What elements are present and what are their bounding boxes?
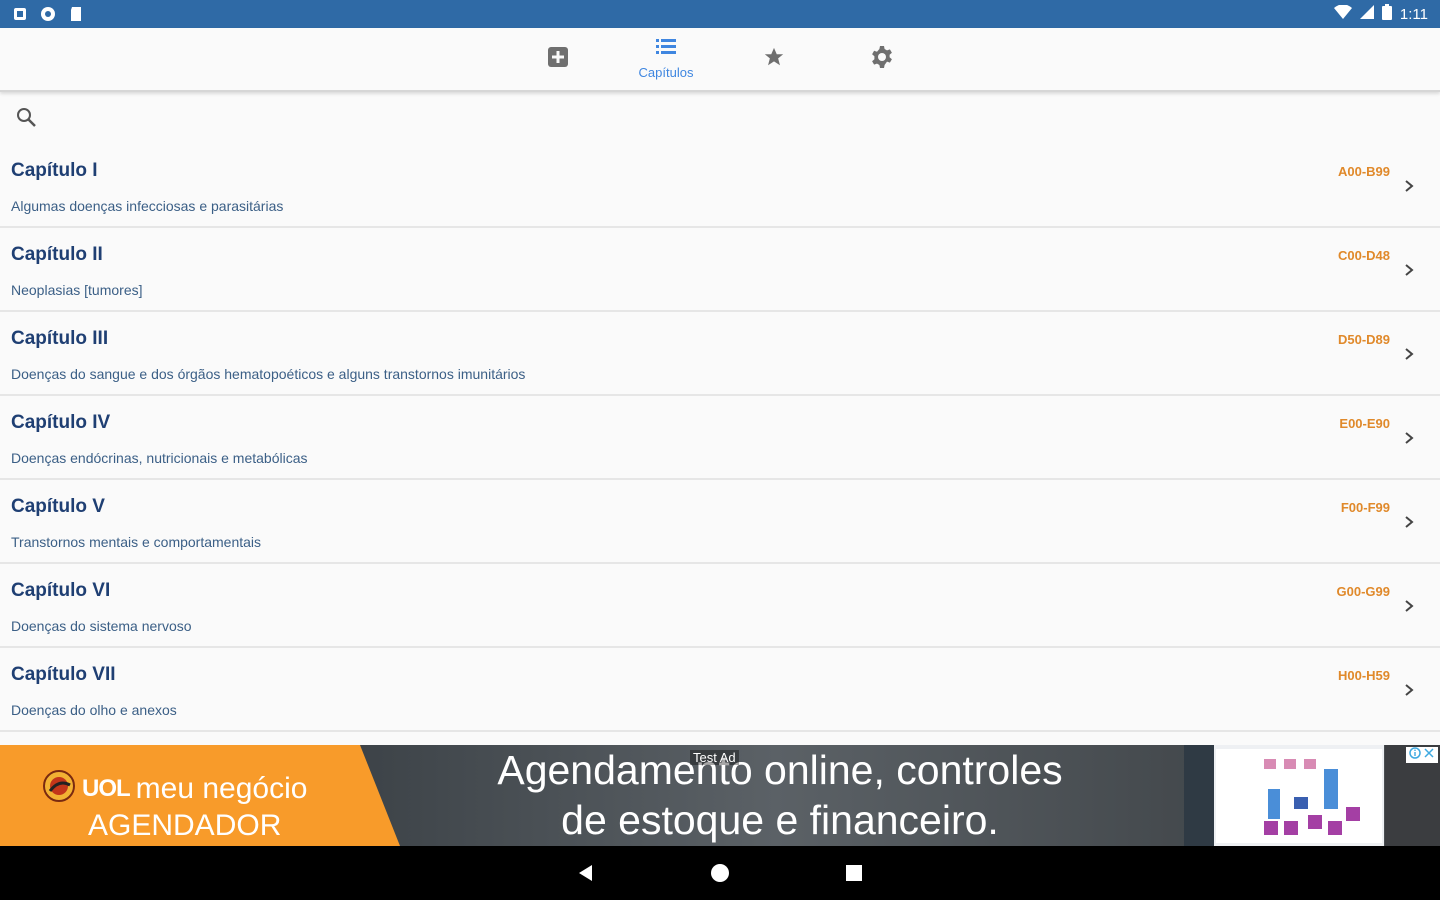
tab-settings[interactable]: [828, 27, 936, 91]
chevron-right-icon: [1405, 348, 1414, 360]
notification-box-icon: [12, 6, 28, 22]
chevron-right-icon: [1405, 432, 1414, 444]
close-icon[interactable]: [1423, 746, 1435, 764]
recents-button[interactable]: [842, 861, 866, 885]
home-button[interactable]: [708, 861, 732, 885]
list-item[interactable]: Capítulo I Algumas doenças infecciosas e…: [0, 144, 1440, 228]
chapter-title: Capítulo VII: [11, 664, 116, 685]
clock: 1:11: [1399, 5, 1428, 23]
ad-headline-line1: Agendamento online, controles: [497, 747, 1063, 793]
back-icon: [579, 865, 592, 881]
list-item[interactable]: Capítulo VII Doenças do olho e anexos H0…: [0, 648, 1440, 732]
ad-info-icon[interactable]: [1409, 746, 1421, 764]
search-bar: [0, 94, 1440, 144]
chapter-title: Capítulo IV: [11, 412, 111, 433]
chapter-code: G00-G99: [1336, 584, 1390, 599]
ad-close-button[interactable]: [1406, 747, 1438, 763]
chapter-description: Transtornos mentais e comportamentais: [11, 534, 262, 550]
chapter-title: Capítulo I: [11, 160, 98, 181]
recents-icon: [846, 865, 862, 881]
back-button[interactable]: [574, 861, 598, 885]
search-icon[interactable]: [14, 105, 38, 134]
chapter-description: Doenças do olho e anexos: [11, 702, 177, 718]
list-item[interactable]: Capítulo III Doenças do sangue e dos órg…: [0, 312, 1440, 396]
chapter-description: Doenças endócrinas, nutricionais e metab…: [11, 450, 308, 466]
gear-icon: [870, 45, 894, 74]
list-item[interactable]: Capítulo V Transtornos mentais e comport…: [0, 480, 1440, 564]
chevron-right-icon: [1405, 516, 1414, 528]
list-icon: [656, 38, 676, 61]
wifi-icon: [1333, 4, 1352, 23]
chevron-right-icon: [1405, 684, 1414, 696]
notification-circle-icon: [40, 6, 56, 22]
ad-headline: Agendamento online, controles de estoque…: [400, 745, 1160, 846]
battery-icon: [1381, 4, 1392, 24]
top-tab-bar: Capítulos: [0, 28, 1440, 92]
ad-logo: UOL meu negócio: [42, 769, 307, 808]
chapter-description: Neoplasias [tumores]: [11, 282, 143, 298]
plus-box-icon: [547, 46, 569, 73]
status-left-icons: [12, 6, 84, 22]
chapter-list: Capítulo I Algumas doenças infecciosas e…: [0, 144, 1440, 732]
list-item[interactable]: Capítulo IV Doenças endócrinas, nutricio…: [0, 396, 1440, 480]
sd-card-icon: [68, 6, 84, 22]
ad-test-label: Test Ad: [690, 750, 739, 765]
ad-brand-sub: meu negócio: [135, 771, 308, 805]
ad-right-photo: [1385, 745, 1440, 846]
chevron-right-icon: [1405, 600, 1414, 612]
list-item[interactable]: Capítulo II Neoplasias [tumores] C00-D48: [0, 228, 1440, 312]
chevron-right-icon: [1405, 264, 1414, 276]
tab-add[interactable]: [504, 27, 612, 91]
star-icon: [763, 46, 785, 73]
chapter-code: A00-B99: [1337, 164, 1390, 179]
uol-logo-icon: [42, 769, 76, 808]
chapter-title: Capítulo III: [11, 328, 109, 349]
chapter-title: Capítulo V: [11, 496, 105, 517]
ad-product-screenshot: [1184, 745, 1384, 846]
ad-headline-line2: de estoque e financeiro.: [561, 797, 999, 843]
chapter-code: H00-H59: [1337, 668, 1390, 683]
chapter-code: D50-D89: [1337, 332, 1390, 347]
status-bar: 1:11: [0, 0, 1440, 28]
status-right-icons: 1:11: [1333, 4, 1428, 24]
ad-product: AGENDADOR: [88, 809, 282, 842]
tab-favorites[interactable]: [720, 27, 828, 91]
chapter-description: Doenças do sistema nervoso: [11, 618, 192, 634]
ad-brand: UOL: [82, 774, 131, 802]
chapter-title: Capítulo II: [11, 244, 103, 265]
system-navigation-bar: [0, 846, 1440, 900]
chapter-code: C00-D48: [1337, 248, 1390, 263]
home-icon: [711, 864, 729, 882]
ad-brand-panel: UOL meu negócio AGENDADOR: [0, 745, 400, 846]
chapter-code: F00-F99: [1340, 500, 1390, 515]
chapter-description: Algumas doenças infecciosas e parasitári…: [11, 198, 284, 214]
chapter-description: Doenças do sangue e dos órgãos hematopoé…: [11, 366, 526, 382]
search-input[interactable]: [48, 110, 648, 128]
tab-chapters[interactable]: Capítulos: [612, 27, 720, 91]
signal-icon: [1359, 5, 1374, 23]
list-item[interactable]: Capítulo VI Doenças do sistema nervoso G…: [0, 564, 1440, 648]
chapter-title: Capítulo VI: [11, 580, 111, 601]
chapter-code: E00-E90: [1339, 416, 1390, 431]
chevron-right-icon: [1405, 180, 1414, 192]
tab-chapters-label: Capítulos: [638, 65, 694, 80]
